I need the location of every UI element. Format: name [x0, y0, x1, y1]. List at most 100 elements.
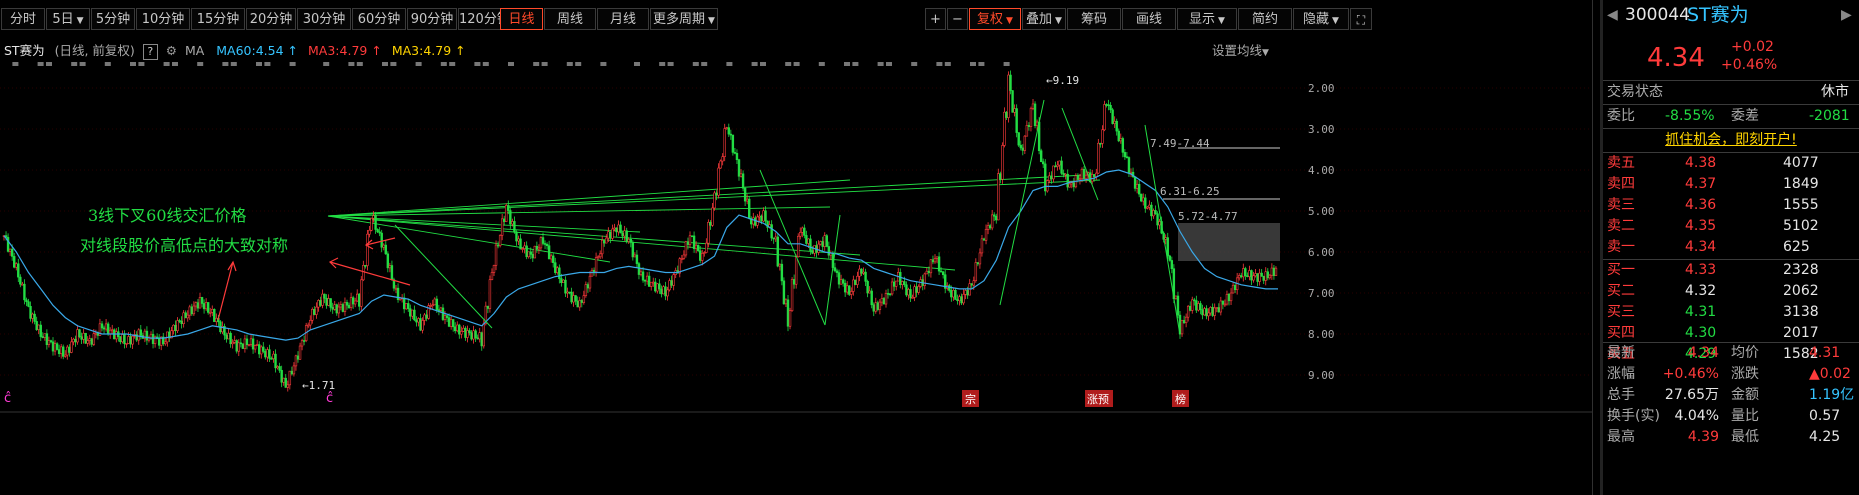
candle-body — [601, 239, 604, 255]
bid-row[interactable]: 买二 4.32 2062 — [1603, 281, 1859, 302]
gear-icon[interactable]: ⚙ — [166, 43, 177, 58]
period-tab-1[interactable]: 5日 ▼ — [46, 8, 90, 30]
candle-body — [717, 167, 720, 196]
candle-body — [958, 296, 961, 302]
candle-body — [841, 279, 845, 284]
candle-body — [786, 299, 790, 327]
ask-row[interactable]: 卖二 4.35 5102 — [1603, 216, 1859, 237]
book-price: 4.30 — [1685, 325, 1717, 341]
ma-setting-dropdown[interactable]: 设置均线▼ — [1212, 40, 1269, 59]
fullscreen-icon[interactable]: ⛶ — [1350, 8, 1372, 30]
candle-body — [10, 248, 14, 257]
stock-name-label: ST赛为 — [4, 43, 45, 58]
candle-body — [607, 231, 610, 239]
candle-body — [1268, 274, 1272, 279]
period-tab-13[interactable]: 更多周期 ▼ — [650, 8, 718, 30]
period-tab-10[interactable]: 日线 — [500, 8, 543, 30]
candle-body — [184, 312, 187, 319]
period-tab-2[interactable]: 5分钟 — [91, 8, 135, 30]
period-tab-4[interactable]: 15分钟 — [191, 8, 245, 30]
stat-value: 4.31 — [1809, 345, 1841, 361]
candle-body — [511, 221, 514, 225]
candle-body — [1166, 237, 1169, 257]
candle-body — [525, 245, 528, 258]
candle-body — [447, 317, 451, 327]
kline-chart[interactable]: 7.49-7.44 6.31-6.25 5.72-4.77 ←9.19 ←1.7… — [0, 60, 1600, 495]
bid-row[interactable]: 买三 4.31 3138 — [1603, 302, 1859, 323]
bid-row[interactable]: 买四 4.30 2017 — [1603, 323, 1859, 344]
period-tab-8[interactable]: 90分钟 — [407, 8, 457, 30]
candle-body — [927, 270, 931, 274]
xianshi-dropdown[interactable]: 显示 ▼ — [1177, 8, 1237, 30]
ask-row[interactable]: 卖一 4.34 625 — [1603, 237, 1859, 258]
period-tab-7[interactable]: 60分钟 — [352, 8, 406, 30]
open-account-banner[interactable]: 抓住机会，即刻开户! — [1603, 129, 1859, 151]
stat-value: 4.04% — [1674, 408, 1719, 424]
candle-body — [911, 297, 914, 299]
candle-body — [384, 244, 387, 255]
candle-body — [531, 254, 534, 259]
candle-body — [1135, 183, 1139, 189]
ask-row[interactable]: 卖四 4.37 1849 — [1603, 174, 1859, 195]
book-volume: 5102 — [1783, 218, 1819, 234]
candle-body — [788, 310, 792, 327]
candle-body — [266, 349, 269, 358]
ask-row[interactable]: 卖三 4.36 1555 — [1603, 195, 1859, 216]
zoom-out-button[interactable]: − — [947, 8, 968, 30]
candle-body — [88, 338, 91, 341]
nav-right-icon[interactable]: ▶ — [1841, 2, 1852, 28]
candle-body — [574, 295, 577, 302]
high-label: ←9.19 — [1046, 74, 1079, 87]
candle-body — [337, 306, 341, 314]
stock-code: 300044 — [1625, 5, 1690, 25]
candle-body — [997, 173, 1000, 221]
candle-body — [837, 272, 841, 285]
candle-body — [347, 304, 351, 308]
event-marker — [163, 62, 170, 66]
chouma-button[interactable]: 筹码 — [1067, 8, 1121, 30]
period-tab-6[interactable]: 30分钟 — [297, 8, 351, 30]
event-marker — [130, 62, 136, 66]
candle-body — [874, 302, 877, 312]
candle-body — [562, 279, 565, 283]
ask-row[interactable]: 卖五 4.38 4077 — [1603, 153, 1859, 174]
period-tab-11[interactable]: 周线 — [544, 8, 596, 30]
candle-body — [227, 332, 230, 340]
candle-body — [1215, 307, 1218, 309]
candle-body — [1154, 210, 1157, 215]
candle-body — [1035, 121, 1039, 127]
period-tab-0[interactable]: 分时 — [1, 8, 45, 30]
stats-row: 换手(实) 4.04% 量比 0.57 — [1603, 406, 1859, 427]
huaxian-button[interactable]: 画线 — [1122, 8, 1176, 30]
period-tab-9[interactable]: 120分钟 — [458, 8, 506, 30]
candle-body — [615, 227, 618, 233]
candle-body — [1103, 104, 1106, 131]
candle-body — [598, 253, 602, 258]
candle-body — [1052, 165, 1055, 180]
candle-body — [782, 280, 786, 305]
yincang-dropdown[interactable]: 隐藏 ▼ — [1293, 8, 1349, 30]
bid-row[interactable]: 买一 4.33 2328 — [1603, 260, 1859, 281]
candle-body — [307, 324, 310, 327]
period-tab-12[interactable]: 月线 — [597, 8, 649, 30]
fuquan-dropdown[interactable]: 复权 ▼ — [969, 8, 1021, 30]
zoom-in-button[interactable]: + — [925, 8, 946, 30]
period-tab-5[interactable]: 20分钟 — [246, 8, 296, 30]
candle-body — [96, 332, 100, 336]
jianyue-button[interactable]: 简约 — [1238, 8, 1292, 30]
candle-body — [292, 365, 296, 375]
candle-body — [288, 370, 292, 386]
nav-left-icon[interactable]: ◀ — [1607, 2, 1618, 28]
diejia-dropdown[interactable]: 叠加 ▼ — [1022, 8, 1066, 30]
info-mark-left: ĉ — [4, 391, 11, 406]
candle-body — [762, 210, 765, 222]
candle-body — [1113, 120, 1116, 124]
event-marker — [667, 62, 674, 66]
candle-body — [8, 248, 12, 252]
candle-body — [843, 282, 847, 293]
promo-link[interactable]: 抓住机会，即刻开户! — [1665, 132, 1797, 148]
stat-label: 最新 — [1607, 345, 1635, 361]
help-icon[interactable]: ? — [142, 44, 158, 60]
period-tab-3[interactable]: 10分钟 — [136, 8, 190, 30]
candle-body — [413, 309, 416, 321]
